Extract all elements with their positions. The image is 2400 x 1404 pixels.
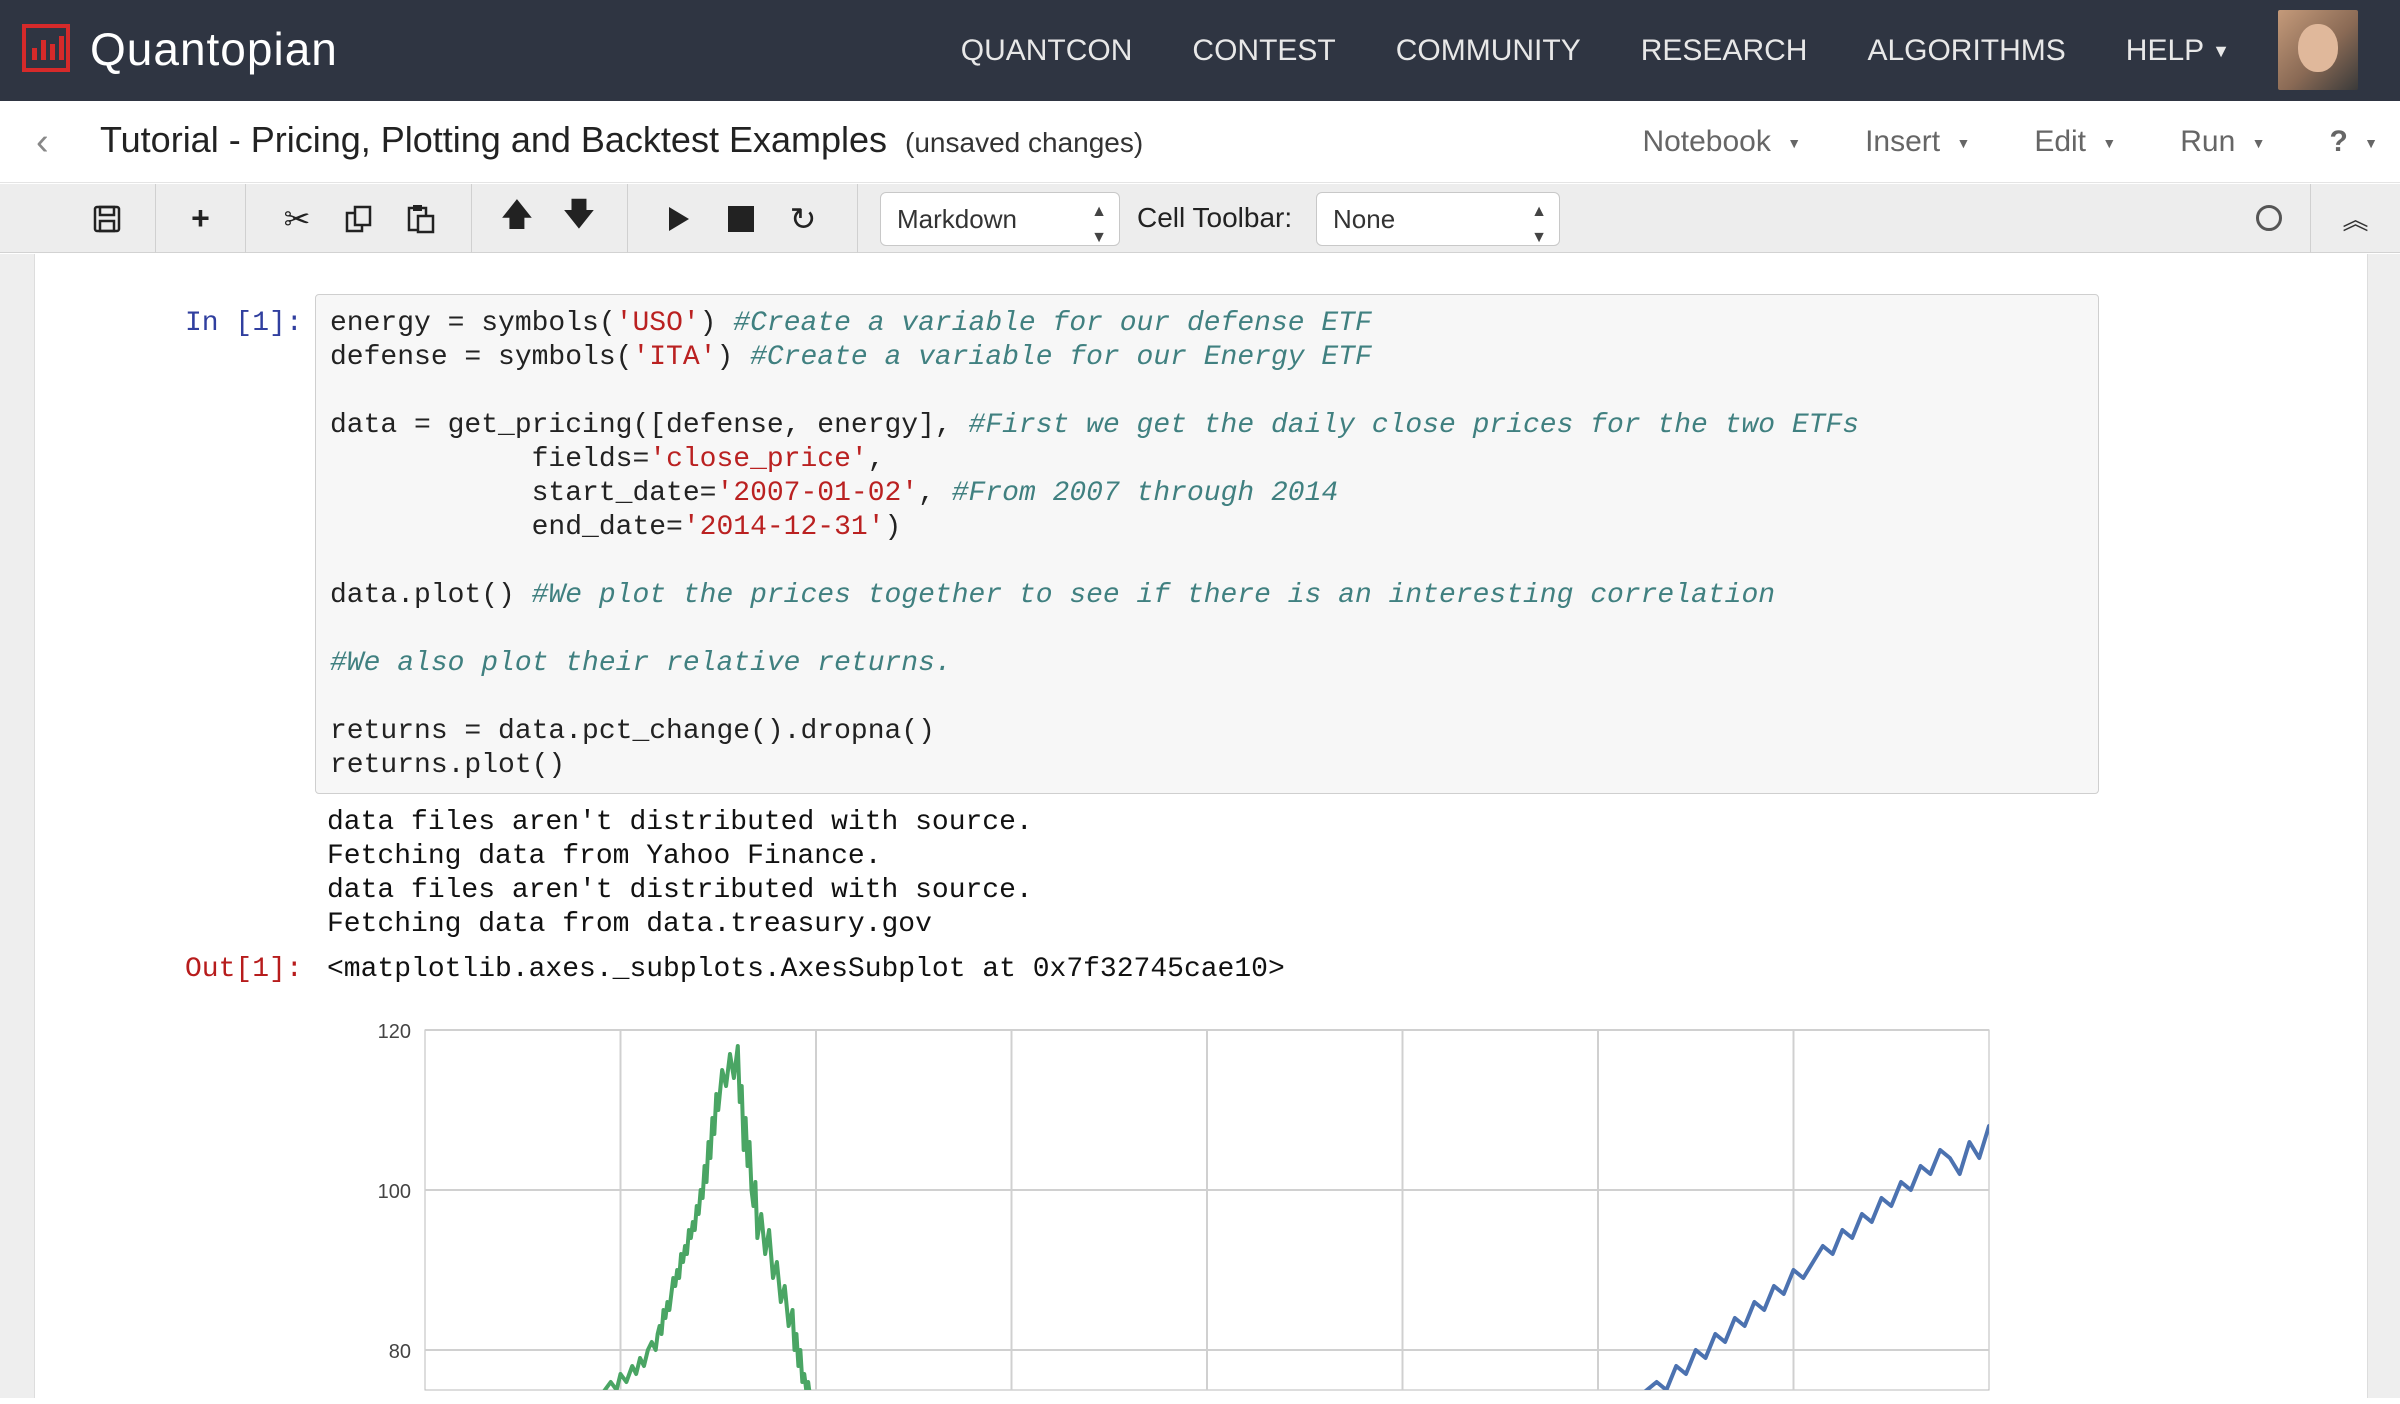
scissors-icon[interactable]: ✂ [266, 184, 328, 253]
nav-algorithms[interactable]: ALGORITHMS [1867, 34, 2065, 68]
caret-down-icon: ▼ [2102, 135, 2117, 152]
caret-down-icon: ▼ [1787, 135, 1802, 152]
nav-help[interactable]: HELP ▼ [2126, 34, 2230, 68]
code-line: data.plot() #We plot the prices together… [330, 580, 1776, 611]
code-line: returns = data.pct_change().dropna() [330, 716, 935, 747]
notebook-page: In [1]: energy = symbols('USO') #Create … [34, 254, 2368, 1398]
menu-edit[interactable]: Edit ▼ [2034, 125, 2116, 159]
restart-icon[interactable]: ↻ [772, 184, 834, 253]
menu-help[interactable]: ? ▼ [2329, 125, 2378, 159]
toolbar-group-run: ↻ [628, 184, 858, 253]
nav-community[interactable]: COMMUNITY [1396, 34, 1581, 68]
menu-run[interactable]: Run ▼ [2180, 125, 2265, 159]
stream-line: data files aren't distributed with sourc… [327, 875, 1033, 906]
save-icon[interactable] [76, 184, 138, 253]
cell-type-select[interactable]: Markdown ▲ ▼ [880, 192, 1120, 246]
notebook-title-text: Tutorial - Pricing, Plotting and Backtes… [100, 119, 888, 160]
nav-quantcon[interactable]: QUANTCON [961, 34, 1133, 68]
code-line: #We also plot their relative returns. [330, 648, 952, 679]
menu-notebook[interactable]: Notebook ▼ [1642, 125, 1801, 159]
stream-line: Fetching data from data.treasury.gov [327, 909, 932, 940]
toolbar-group-move: 🡅 🡇 [472, 184, 628, 253]
caret-down-icon: ▼ [2212, 41, 2230, 62]
select-arrows-icon: ▲ ▼ [1091, 203, 1107, 246]
nav-help-label: HELP [2125, 33, 2205, 67]
menu-insert-label: Insert [1865, 125, 1941, 158]
output-prompt: Out[1]: [185, 954, 303, 985]
play-icon[interactable] [648, 184, 710, 253]
stream-line: Fetching data from Yahoo Finance. [327, 841, 882, 872]
code-line: fields='close_price', [330, 444, 885, 475]
toolbar-group-clipboard: ✂ [246, 184, 472, 253]
main-nav: QUANTCON CONTEST COMMUNITY RESEARCH ALGO… [901, 0, 2230, 101]
y-tick-label: 120 [378, 1021, 411, 1043]
menu-help-label: ? [2329, 125, 2348, 158]
cell-stream-output: data files aren't distributed with sourc… [327, 806, 1033, 942]
stop-icon[interactable] [710, 184, 772, 253]
y-tick-label: 100 [378, 1181, 411, 1203]
code-text[interactable]: energy = symbols('USO') #Create a variab… [330, 307, 1859, 783]
code-line: data = get_pricing([defense, energy], #F… [330, 410, 1860, 441]
cell-output-text: <matplotlib.axes._subplots.AxesSubplot a… [327, 954, 1285, 985]
notebook-title[interactable]: Tutorial - Pricing, Plotting and Backtes… [100, 119, 1143, 161]
cell-toolbar-label: Cell Toolbar: [1137, 202, 1293, 233]
save-status: (unsaved changes) [905, 127, 1144, 158]
arrow-down-icon[interactable]: 🡇 [548, 184, 610, 253]
cell-toolbar-value: None [1333, 204, 1396, 234]
notebook-toolbar: + ✂ 🡅 🡇 ↻ Markdown ▲ ▼ Cell Toolbar: None… [0, 184, 2400, 253]
menu-edit-label: Edit [2034, 125, 2087, 158]
select-arrows-icon: ▲ ▼ [1531, 203, 1547, 246]
kernel-status-icon [2256, 205, 2282, 231]
nav-research[interactable]: RESEARCH [1641, 34, 1808, 68]
input-prompt: In [1]: [185, 308, 303, 339]
back-chevron-icon[interactable]: ‹ [36, 121, 49, 164]
caret-down-icon: ▼ [1956, 135, 1971, 152]
user-avatar[interactable] [2278, 10, 2358, 90]
code-line: start_date='2007-01-02', #From 2007 thro… [330, 478, 1339, 509]
collapse-header-button[interactable]: ︽ [2310, 184, 2400, 253]
caret-down-icon: ▼ [2364, 135, 2378, 152]
notebook-body: In [1]: energy = symbols('USO') #Create … [0, 254, 2400, 1398]
code-line: end_date='2014-12-31') [330, 512, 902, 543]
double-chevron-up-icon: ︽ [2342, 205, 2369, 235]
code-line: returns.plot() [330, 750, 566, 781]
quantopian-logo-icon[interactable] [22, 24, 70, 72]
notebook-menus: Notebook ▼ Insert ▼ Edit ▼ Run ▼ ? ▼ [1578, 101, 2378, 183]
menu-notebook-label: Notebook [1642, 125, 1771, 158]
notebook-header: ‹ Tutorial - Pricing, Plotting and Backt… [0, 101, 2400, 183]
menu-run-label: Run [2180, 125, 2236, 158]
copy-icon[interactable] [328, 184, 390, 253]
price-line-chart: 120 100 80 [378, 1021, 1990, 1391]
plus-icon[interactable]: + [170, 184, 232, 253]
top-nav-bar: Quantopian QUANTCON CONTEST COMMUNITY RE… [0, 0, 2400, 101]
code-cell-editor[interactable]: energy = symbols('USO') #Create a variab… [315, 294, 2099, 794]
code-line: defense = symbols('ITA') #Create a varia… [330, 342, 1372, 373]
arrow-up-icon[interactable]: 🡅 [486, 184, 548, 253]
cell-toolbar-select[interactable]: None ▲ ▼ [1316, 192, 1560, 246]
toolbar-group-insert: + [156, 184, 246, 253]
cell-type-value: Markdown [897, 204, 1017, 234]
caret-down-icon: ▼ [2251, 135, 2266, 152]
stream-line: data files aren't distributed with sourc… [327, 807, 1033, 838]
paste-icon[interactable] [390, 184, 452, 253]
toolbar-group-save [76, 184, 156, 253]
nav-contest[interactable]: CONTEST [1192, 34, 1335, 68]
y-tick-label: 80 [389, 1341, 411, 1363]
brand-name[interactable]: Quantopian [90, 22, 338, 76]
menu-insert[interactable]: Insert ▼ [1865, 125, 1970, 159]
code-line: energy = symbols('USO') #Create a variab… [330, 308, 1372, 339]
